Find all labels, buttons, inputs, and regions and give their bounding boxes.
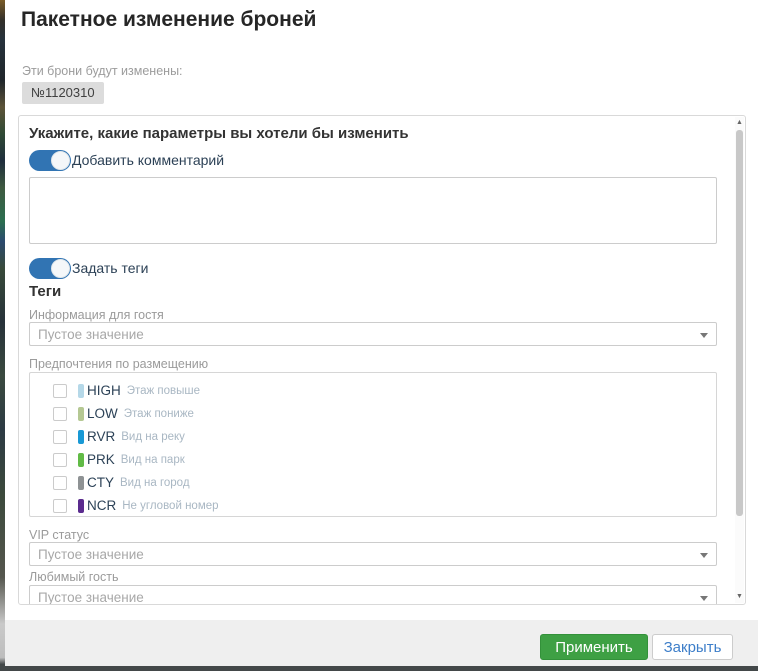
checkbox[interactable] [53,429,67,444]
tag-description: Этаж пониже [123,407,194,420]
set-tags-toggle[interactable] [29,257,71,279]
tag-color-chip [78,452,84,467]
parameters-header: Укажите, какие параметры вы хотели бы из… [29,125,409,142]
tags-section-header: Теги [29,283,62,300]
tag-option-prk[interactable]: PRK Вид на парк [30,448,716,471]
add-comment-toggle-row[interactable]: Добавить комментарий [29,149,224,171]
tag-description: Вид на парк [120,453,185,466]
favorite-guest-select-value: Пустое значение [38,589,144,605]
chevron-down-icon [700,596,708,601]
tag-code: RVR [87,429,116,444]
scroll-up-icon[interactable]: ▲ [735,118,744,128]
checkbox[interactable] [53,452,67,467]
tag-color-chip [78,429,84,444]
dialog-footer: Применить Закрыть [5,620,758,666]
booking-number-badge: №1120310 [22,82,104,104]
set-tags-toggle-row[interactable]: Задать теги [29,257,148,279]
checkbox[interactable] [53,498,67,513]
checkbox[interactable] [53,406,67,421]
guest-info-select-value: Пустое значение [38,326,144,342]
toggle-knob [51,258,70,278]
comment-textarea[interactable] [29,177,717,244]
checkbox[interactable] [53,383,67,398]
tag-option-rvr[interactable]: RVR Вид на реку [30,425,716,448]
tag-description: Вид на реку [121,430,185,443]
tag-option-cty[interactable]: CTY Вид на город [30,471,716,494]
favorite-guest-label: Любимый гость [29,570,119,584]
chevron-down-icon [700,333,708,338]
scrollbar-thumb[interactable] [736,130,743,516]
favorite-guest-select[interactable]: Пустое значение [29,585,717,605]
close-button[interactable]: Закрыть [652,634,733,660]
scroll-down-icon[interactable]: ▼ [735,592,744,602]
tag-code: HIGH [87,383,121,398]
tag-option-ncr[interactable]: NCR Не угловой номер [30,494,716,516]
add-comment-toggle[interactable] [29,149,71,171]
tag-color-chip [78,475,84,490]
chevron-down-icon [700,553,708,558]
parameters-panel: Укажите, какие параметры вы хотели бы из… [18,115,746,605]
tag-description: Этаж повыше [126,384,201,397]
tag-option-high[interactable]: HIGH Этаж повыше [30,379,716,402]
dialog-title: Пакетное изменение броней [21,8,317,31]
tag-color-chip [78,383,84,398]
vip-status-select[interactable]: Пустое значение [29,542,717,566]
batch-edit-dialog: Пакетное изменение броней Эти брони буду… [5,0,758,671]
checkbox[interactable] [53,475,67,490]
vip-status-label: VIP статус [29,528,90,542]
apply-button[interactable]: Применить [540,634,648,660]
tag-code: CTY [87,475,114,490]
placement-prefs-listbox: HIGH Этаж повыше LOW Этаж пониже RVR Вид… [29,372,717,517]
tag-color-chip [78,406,84,421]
tag-description: Не угловой номер [122,499,219,512]
set-tags-toggle-label: Задать теги [72,260,149,276]
panel-scrollbar[interactable]: ▲ ▼ [735,117,744,603]
background-page-bottom-bar [0,666,758,671]
vip-status-select-value: Пустое значение [38,546,144,562]
add-comment-toggle-label: Добавить комментарий [72,152,225,168]
affected-bookings-label: Эти брони будут изменены: [22,64,183,78]
tag-color-chip [78,498,84,513]
guest-info-select[interactable]: Пустое значение [29,322,717,346]
guest-info-label: Информация для гостя [29,308,164,322]
toggle-knob [51,150,70,170]
placement-prefs-label: Предпочтения по размещению [29,357,209,371]
background-page-strip [0,0,5,671]
tag-code: LOW [87,406,118,421]
tag-code: NCR [87,498,117,513]
tag-description: Вид на город [120,476,190,489]
tag-option-low[interactable]: LOW Этаж пониже [30,402,716,425]
tag-code: PRK [87,452,115,467]
